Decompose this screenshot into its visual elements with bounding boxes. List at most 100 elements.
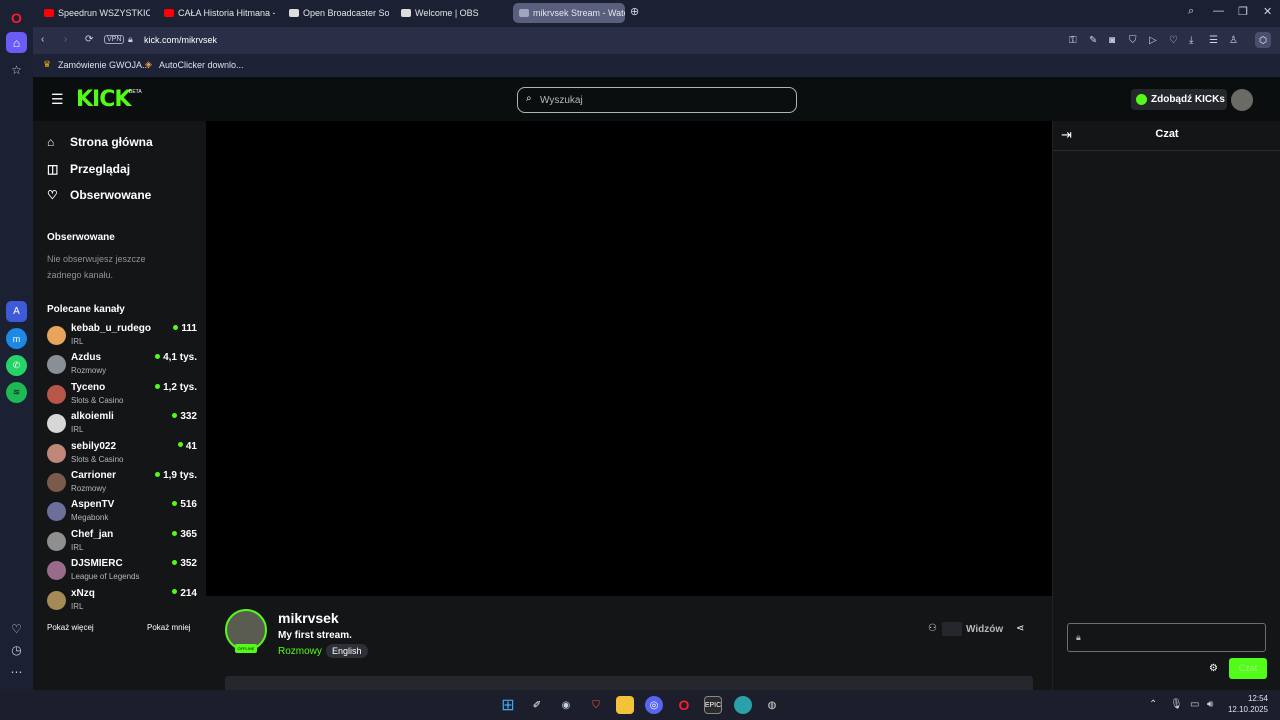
star-icon[interactable]: ☆: [6, 59, 27, 80]
recommended-title: Polecane kanały: [47, 304, 125, 315]
stream-category[interactable]: Rozmowy: [278, 646, 322, 657]
microphone-icon[interactable]: 🎙︎: [1170, 699, 1183, 710]
kick-logo[interactable]: KICK: [76, 87, 131, 112]
download-icon[interactable]: ⤓: [1189, 35, 1193, 46]
opera-icon[interactable]: O: [675, 696, 693, 714]
get-kicks-button[interactable]: Zdobądź KICKs: [1131, 89, 1227, 110]
channel-row[interactable]: Azdus Rozmowy 4,1 tys.: [47, 352, 197, 380]
windows-start-icon[interactable]: ⊞: [499, 696, 517, 714]
tab-favicon-icon: [44, 9, 54, 17]
video-player[interactable]: [206, 121, 1052, 596]
epic-games-icon[interactable]: EPIC: [704, 696, 722, 714]
spotify-icon[interactable]: ≋: [6, 382, 27, 403]
channel-row[interactable]: DJSMIERC League of Legends 352: [47, 558, 197, 586]
content-tabs: [225, 676, 1033, 690]
channel-category: Slots & Casino: [71, 454, 124, 464]
channel-avatar: [47, 355, 66, 375]
discord-icon[interactable]: ◎: [645, 696, 663, 714]
extensions-icon[interactable]: ⬡: [1255, 32, 1271, 48]
shield-icon[interactable]: ⛉: [1129, 35, 1137, 46]
search-box[interactable]: ⌕ Wyszukaj: [517, 87, 797, 113]
camera-icon[interactable]: ◙: [1109, 35, 1115, 46]
browser-tab[interactable]: mikrvsek Stream - Watch: [513, 3, 625, 23]
bookmark-item[interactable]: AutoClicker downlo...: [159, 60, 244, 70]
show-less-button[interactable]: Pokaż mniej: [147, 623, 191, 632]
chat-divider: [1053, 150, 1280, 151]
chevron-up-icon[interactable]: ⌃: [1149, 699, 1157, 710]
key-icon[interactable]: ⚿: [1069, 35, 1077, 46]
channel-name[interactable]: mikrvsek: [278, 610, 339, 626]
hamburger-icon[interactable]: ☰: [51, 91, 64, 108]
back-icon[interactable]: ‹: [41, 34, 44, 45]
search-icon[interactable]: ⌕: [1188, 5, 1194, 18]
play-icon[interactable]: ▷: [1149, 35, 1157, 46]
forward-icon[interactable]: ›: [64, 34, 67, 45]
channel-name: Chef_jan: [71, 528, 114, 540]
account-icon[interactable]: ♙: [1229, 35, 1238, 46]
opera-logo-icon[interactable]: O: [6, 7, 27, 28]
whatsapp-icon[interactable]: ✆: [6, 355, 27, 376]
nav-home[interactable]: ⌂ Strona główna: [47, 135, 153, 149]
send-chat-button[interactable]: Czat: [1229, 658, 1267, 679]
globe-icon[interactable]: [734, 696, 752, 714]
maximize-icon[interactable]: ❐: [1238, 5, 1248, 18]
shield-app-icon[interactable]: ⛉: [587, 696, 605, 714]
channel-row[interactable]: alkoiemli IRL 332: [47, 411, 197, 439]
nav-following[interactable]: ♡ Obserwowane: [47, 188, 151, 202]
channel-row[interactable]: Carrioner Rozmowy 1,9 tys.: [47, 470, 197, 498]
minimize-icon[interactable]: —: [1213, 5, 1224, 17]
browser-tab[interactable]: CAŁA Historia Hitmana - Y: [158, 3, 275, 23]
opera-sidebar: O ⌂ ☆ A m ✆ ≋ ♡ ◷ ⋯: [0, 0, 33, 690]
windows-taskbar: ⊞ ✐ ◉ ⛉ ◎ O EPIC ◍ ⌃ 🎙︎ ▭ 🔊︎ 12:54 12.10…: [0, 690, 1280, 720]
reload-icon[interactable]: ⟳: [85, 34, 93, 45]
new-tab-icon[interactable]: ⊕: [630, 5, 639, 18]
close-icon[interactable]: ✕: [1263, 5, 1272, 18]
channel-row[interactable]: xNzq IRL 214: [47, 588, 197, 616]
more-icon[interactable]: ⋯: [6, 661, 27, 682]
tab-label: CAŁA Historia Hitmana - Y: [178, 8, 275, 18]
folder-icon[interactable]: [616, 696, 634, 714]
network-icon[interactable]: ▭: [1190, 699, 1199, 710]
language-tag[interactable]: English: [326, 644, 368, 658]
edit-app-icon[interactable]: ✐: [528, 696, 546, 714]
aria-icon[interactable]: A: [6, 301, 27, 322]
show-more-button[interactable]: Pokaż więcej: [47, 623, 94, 632]
settings-gear-icon[interactable]: ⚙: [1209, 663, 1218, 674]
clock-time[interactable]: 12:54: [1226, 694, 1268, 703]
vpn-badge[interactable]: VPN: [104, 35, 125, 44]
channel-row[interactable]: Chef_jan IRL 365: [47, 529, 197, 557]
obs-icon[interactable]: ◍: [763, 696, 781, 714]
channel-name: sebily022: [71, 440, 117, 452]
chat-input[interactable]: 🔒︎: [1067, 623, 1266, 652]
avatar[interactable]: [1231, 89, 1253, 111]
share-icon[interactable]: ⋖: [1016, 623, 1024, 634]
nav-browse[interactable]: ◫ Przeglądaj: [47, 162, 130, 176]
volume-icon[interactable]: 🔊︎: [1207, 699, 1213, 710]
heart-outline-icon[interactable]: ♡: [1169, 35, 1178, 46]
channel-row[interactable]: kebab_u_rudego IRL 111: [47, 323, 197, 351]
edit-icon[interactable]: ✎: [1089, 35, 1097, 46]
channel-viewers: 214: [172, 588, 197, 599]
messenger-icon[interactable]: m: [6, 328, 27, 349]
live-dot-icon: [173, 324, 179, 330]
clock-date[interactable]: 12.10.2025: [1222, 705, 1268, 714]
url-text[interactable]: kick.com/mikrvsek: [144, 35, 217, 45]
channel-category: IRL: [71, 542, 84, 552]
browser-tab[interactable]: Welcome | OBS: [395, 3, 503, 23]
heart-icon[interactable]: ♡: [6, 618, 27, 639]
tab-label: mikrvsek Stream - Watch: [533, 8, 625, 18]
channel-avatar: [47, 414, 66, 434]
channel-avatar: [47, 384, 66, 404]
browser-tab[interactable]: Open Broadcaster Softwa: [283, 3, 389, 23]
home-icon[interactable]: ⌂: [6, 32, 27, 53]
steam-icon[interactable]: ◉: [557, 696, 575, 714]
search-input[interactable]: Wyszukaj: [540, 95, 583, 106]
menu-icon[interactable]: ☰: [1209, 35, 1218, 46]
tab-favicon-icon: [401, 9, 411, 17]
history-icon[interactable]: ◷: [6, 639, 27, 660]
bookmark-item[interactable]: Zamówienie GWOJA...: [58, 60, 150, 70]
channel-row[interactable]: sebily022 Slots & Casino 41: [47, 441, 197, 469]
channel-row[interactable]: AspenTV Megabonk 516: [47, 499, 197, 527]
channel-row[interactable]: Tyceno Slots & Casino 1,2 tys.: [47, 382, 197, 410]
browser-tab[interactable]: Speedrun WSZYSTKICH H: [38, 3, 150, 23]
